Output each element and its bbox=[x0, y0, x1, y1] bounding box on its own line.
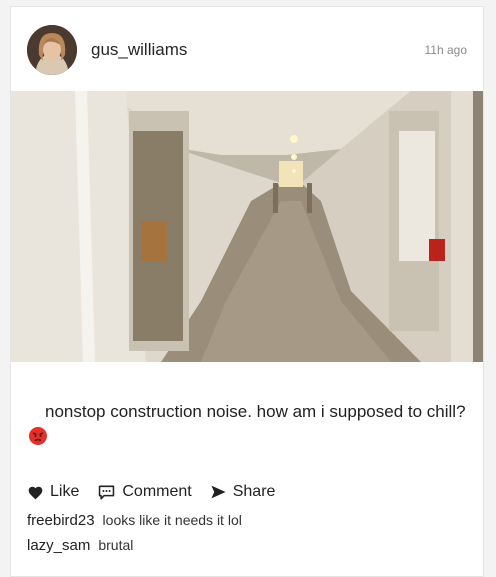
caption-text: nonstop construction noise. how am i sup… bbox=[45, 402, 466, 421]
comment-username[interactable]: freebird23 bbox=[27, 512, 95, 529]
comment-label: Comment bbox=[122, 483, 192, 500]
share-label: Share bbox=[232, 483, 276, 500]
post-header: gus_williams 11h ago bbox=[11, 7, 483, 91]
comment-text: brutal bbox=[98, 537, 134, 553]
heart-icon bbox=[28, 486, 43, 499]
comment-item: lazy_sam brutal bbox=[27, 537, 242, 561]
post-card: gus_williams 11h ago nonstop constructio… bbox=[10, 6, 484, 577]
comment-username[interactable]: lazy_sam bbox=[27, 537, 90, 554]
post-photo[interactable] bbox=[11, 91, 483, 362]
avatar[interactable] bbox=[27, 25, 77, 75]
angry-face-emoji-icon bbox=[29, 426, 47, 445]
speech-bubble-icon bbox=[99, 485, 115, 499]
comment-list: freebird23 looks like it needs it lol la… bbox=[27, 512, 242, 562]
share-button[interactable]: Share bbox=[210, 483, 276, 501]
post-actions: Like Comment Share bbox=[27, 480, 293, 504]
comment-text: looks like it needs it lol bbox=[102, 512, 242, 528]
username[interactable]: gus_williams bbox=[91, 40, 187, 60]
post-timestamp: 11h ago bbox=[424, 43, 468, 57]
comment-item: freebird23 looks like it needs it lol bbox=[27, 512, 242, 536]
like-button[interactable]: Like bbox=[27, 483, 79, 501]
paper-plane-icon bbox=[211, 485, 226, 499]
post-caption: nonstop construction noise. how am i sup… bbox=[29, 401, 469, 445]
comment-button[interactable]: Comment bbox=[97, 483, 192, 501]
like-label: Like bbox=[50, 483, 80, 500]
